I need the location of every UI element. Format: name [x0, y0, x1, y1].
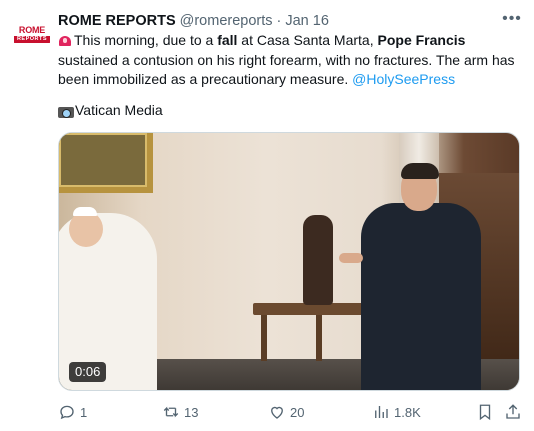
- views-icon: [375, 406, 388, 418]
- credit-text: Vatican Media: [75, 102, 163, 118]
- table-leg: [316, 315, 322, 361]
- action-bar: 1 13 20 1.8K: [58, 401, 522, 423]
- tweet-date[interactable]: Jan 16: [285, 13, 329, 29]
- avatar-logo-subtext: REPORTS: [13, 35, 51, 43]
- person-hand: [339, 253, 363, 263]
- tweet[interactable]: ROME REPORTS ROME REPORTS @romereports ·…: [0, 0, 534, 431]
- person-hair: [401, 163, 439, 179]
- camera-emoji-icon: [58, 104, 74, 118]
- views-button[interactable]: 1.8K: [372, 401, 421, 423]
- tweet-text-part: at Casa Santa Marta,: [237, 32, 378, 48]
- tweet-text: This morning, due to a fall at Casa Sant…: [58, 31, 522, 90]
- tweet-text-bold: Pope Francis: [377, 32, 466, 48]
- person-head: [69, 211, 103, 247]
- reply-icon: [60, 405, 74, 420]
- mention-link[interactable]: @HolySeePress: [352, 71, 455, 87]
- painting-frame: [59, 133, 153, 193]
- bookmark-button[interactable]: [476, 401, 498, 423]
- repost-icon: [163, 406, 179, 418]
- more-icon[interactable]: •••: [500, 11, 524, 30]
- table-leg: [261, 315, 267, 361]
- avatar[interactable]: ROME REPORTS: [12, 14, 52, 54]
- video-player[interactable]: 0:06: [58, 132, 520, 391]
- display-name[interactable]: ROME REPORTS: [58, 13, 176, 29]
- zucchetto: [73, 207, 97, 216]
- tweet-text-bold: fall: [217, 32, 238, 48]
- siren-emoji-icon: [58, 33, 72, 47]
- bookmark-icon: [479, 404, 491, 421]
- like-button[interactable]: 20: [268, 401, 304, 423]
- reply-button[interactable]: 1: [58, 401, 87, 423]
- separator-dot: ·: [276, 13, 282, 29]
- repost-count: 13: [184, 404, 199, 420]
- share-icon: [506, 404, 520, 419]
- views-count: 1.8K: [394, 404, 421, 420]
- video-duration-badge: 0:06: [69, 362, 107, 382]
- repost-button[interactable]: 13: [162, 401, 198, 423]
- like-count: 20: [290, 404, 305, 420]
- reply-count: 1: [80, 404, 88, 420]
- share-button[interactable]: [504, 401, 526, 423]
- person-in-suit: [361, 203, 481, 390]
- tweet-text-part: This morning, due to a: [74, 32, 218, 48]
- media-credit: Vatican Media: [58, 101, 163, 121]
- avatar-logo-text: ROME: [18, 24, 46, 35]
- tweet-header: ROME REPORTS @romereports · Jan 16: [58, 12, 329, 30]
- user-handle[interactable]: @romereports: [180, 13, 273, 29]
- like-icon: [271, 406, 283, 419]
- statue: [303, 215, 333, 305]
